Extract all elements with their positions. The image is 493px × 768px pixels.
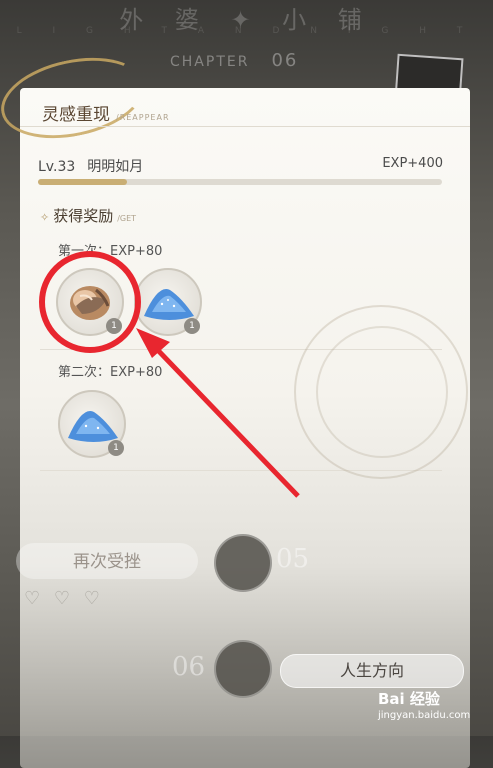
baidu-watermark-logo: Bai 经验 — [378, 690, 440, 708]
baidu-watermark-url: jingyan.baidu.com — [378, 710, 471, 721]
pointer-arrow-line — [148, 340, 300, 498]
highlight-circle — [39, 251, 141, 353]
annotation-overlay — [39, 251, 300, 498]
pointer-arrow-head — [136, 328, 170, 358]
